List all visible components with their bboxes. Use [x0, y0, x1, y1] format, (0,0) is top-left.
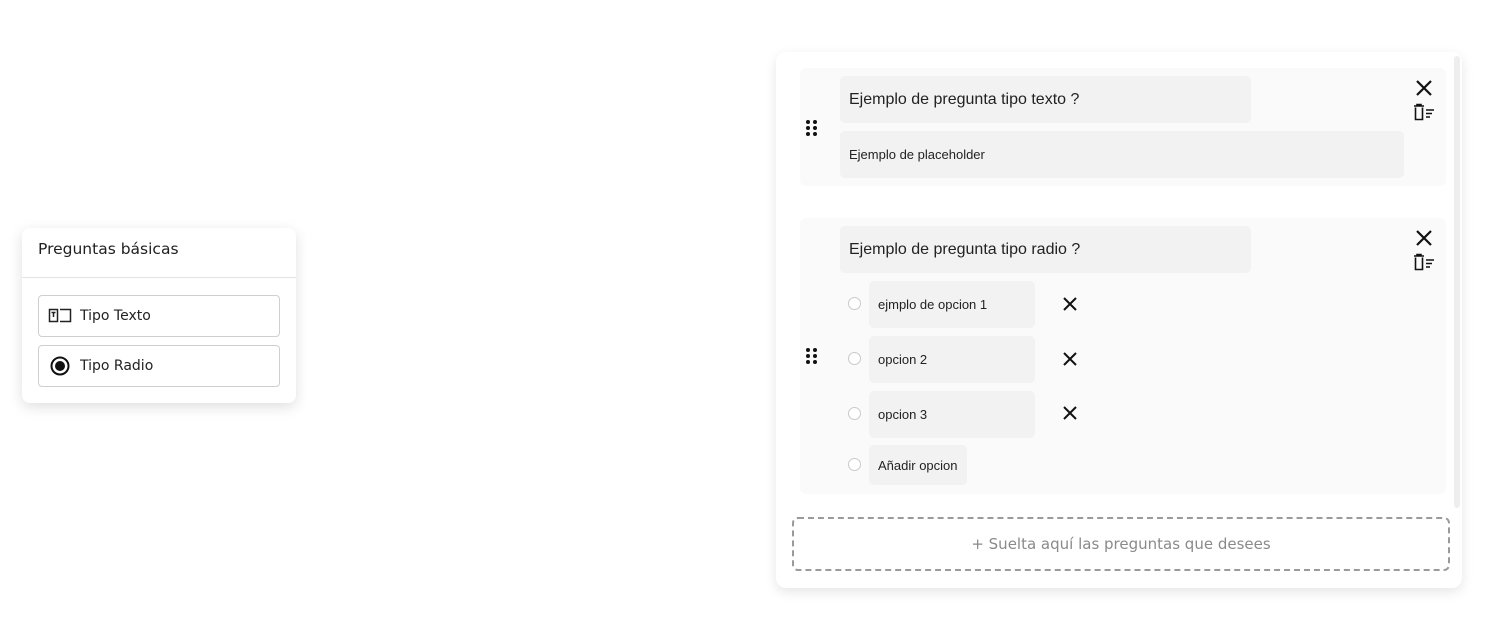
radio-button-icon — [48, 354, 72, 378]
question-title-input[interactable] — [840, 76, 1251, 123]
dropzone-label: + Suelta aquí las preguntas que desees — [971, 535, 1271, 553]
question-dropzone[interactable]: + Suelta aquí las preguntas que desees — [792, 517, 1450, 571]
remove-option-icon[interactable] — [1060, 349, 1080, 369]
palette-item-text[interactable]: Tipo Texto — [38, 295, 280, 337]
option-radio — [848, 458, 861, 471]
form-builder-canvas: Añadir opcion + Suelta aquí las pregunta… — [776, 52, 1462, 588]
delete-icon[interactable] — [1413, 251, 1435, 273]
remove-option-icon[interactable] — [1060, 294, 1080, 314]
question-card-text — [800, 68, 1446, 186]
delete-icon[interactable] — [1413, 101, 1435, 123]
close-icon[interactable] — [1413, 227, 1435, 249]
panel-title: Preguntas básicas — [22, 228, 296, 278]
add-option-button[interactable]: Añadir opcion — [869, 445, 967, 485]
close-icon[interactable] — [1413, 77, 1435, 99]
option-input[interactable] — [869, 281, 1035, 328]
option-radio[interactable] — [848, 407, 861, 420]
placeholder-input[interactable] — [840, 131, 1404, 178]
drag-handle-icon[interactable] — [806, 120, 818, 138]
option-radio[interactable] — [848, 352, 861, 365]
question-title-input[interactable] — [840, 226, 1251, 273]
drag-handle-icon[interactable] — [806, 348, 818, 366]
option-radio[interactable] — [848, 297, 861, 310]
option-input[interactable] — [869, 336, 1035, 383]
basic-questions-panel: Preguntas básicas Tipo Texto Tipo Radio — [22, 228, 296, 403]
palette-item-label: Tipo Radio — [80, 358, 154, 374]
remove-option-icon[interactable] — [1060, 403, 1080, 423]
question-card-radio: Añadir opcion — [800, 218, 1446, 494]
palette-item-radio[interactable]: Tipo Radio — [38, 345, 280, 387]
option-input[interactable] — [869, 391, 1035, 438]
scrollbar[interactable] — [1454, 56, 1460, 508]
palette-item-label: Tipo Texto — [80, 308, 151, 324]
text-field-icon — [48, 304, 72, 328]
